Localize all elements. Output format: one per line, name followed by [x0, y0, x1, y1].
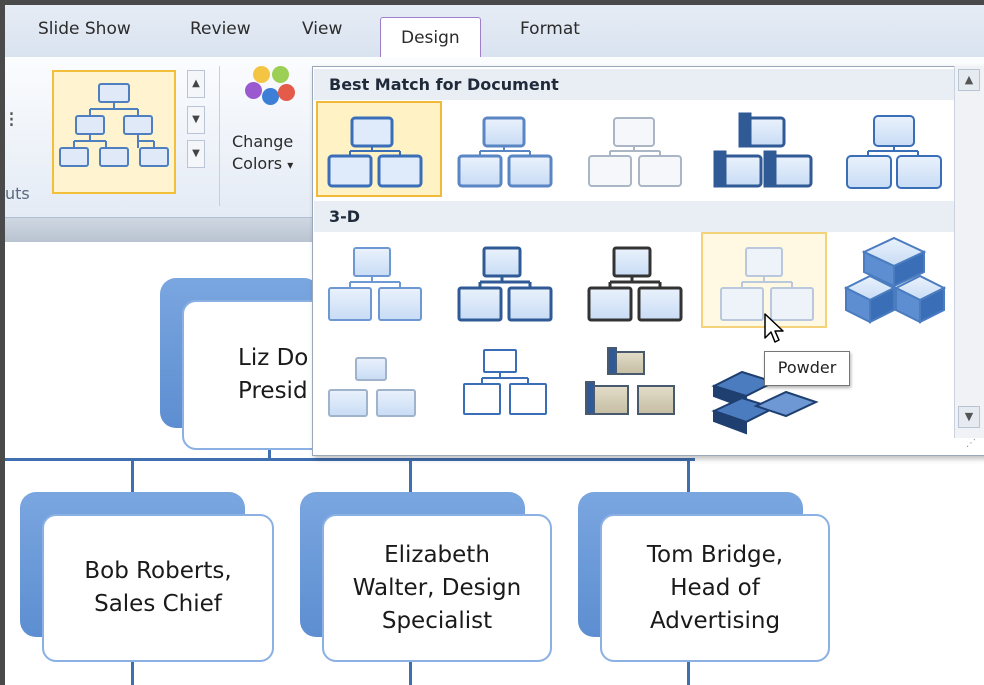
- org-node-line: Advertising: [649, 607, 781, 634]
- connector-horizontal: [5, 458, 695, 461]
- org-node-line: Elizabeth: [384, 541, 490, 568]
- org-node-line: Sales Chief: [94, 591, 222, 617]
- layout-thumbnail-hierarchy[interactable]: [52, 70, 176, 194]
- org-node-bob-roberts[interactable]: Bob Roberts, Sales Chief: [42, 514, 274, 662]
- tab-slide-show[interactable]: Slide Show: [38, 19, 131, 39]
- change-colors-label-line2: Colors ▾: [232, 154, 294, 173]
- hierarchy-layout-icon: [59, 83, 169, 167]
- layouts-group-label: uts: [5, 184, 30, 203]
- change-colors-icon[interactable]: [245, 66, 295, 112]
- gallery-thumbnails-art: [327, 112, 947, 435]
- org-node-line: Tom Bridge,: [646, 541, 784, 568]
- gallery-scrollbar[interactable]: ▲ ▼: [954, 66, 984, 438]
- connector-right: [687, 459, 690, 493]
- tab-review[interactable]: Review: [190, 19, 251, 39]
- mouse-pointer-icon: [764, 313, 784, 343]
- org-node-top-line1: Liz Do: [238, 345, 309, 371]
- thumb-simple-fill: [327, 116, 423, 188]
- org-node-tom-bridge[interactable]: Tom Bridge, Head of Advertising: [600, 514, 830, 662]
- layout-more-button[interactable]: ▼: [187, 140, 205, 168]
- connector-middle: [409, 459, 412, 493]
- org-node-line: Bob Roberts,: [84, 558, 232, 584]
- tab-view[interactable]: View: [302, 19, 342, 39]
- layout-scroll-down-button[interactable]: ▼: [187, 106, 205, 134]
- connector-down-right: [687, 660, 690, 685]
- ribbon-tab-bar: Slide Show Review View Design Format: [5, 5, 984, 59]
- org-node-line: Specialist: [381, 607, 493, 634]
- org-node-line: Walter, Design: [352, 574, 522, 601]
- ribbon-group-divider: [219, 66, 220, 206]
- layout-stub-glyph: ⁝: [8, 108, 15, 133]
- org-node-top-line2: Presid: [238, 378, 308, 404]
- connector-down-left: [131, 660, 134, 685]
- connector-down-middle: [409, 660, 412, 685]
- tab-format[interactable]: Format: [520, 19, 580, 39]
- org-node-elizabeth-walter[interactable]: Elizabeth Walter, Design Specialist: [322, 514, 552, 662]
- layout-scroll-up-button[interactable]: ▲: [187, 70, 205, 98]
- resize-grip-icon[interactable]: ⋰: [966, 438, 976, 449]
- tab-design[interactable]: Design: [380, 17, 481, 59]
- scroll-down-button[interactable]: ▼: [958, 406, 980, 428]
- style-tooltip: Powder: [764, 351, 850, 386]
- connector-left: [131, 459, 134, 493]
- dropdown-arrow-icon: ▾: [287, 158, 294, 172]
- change-colors-label-line1: Change: [232, 132, 294, 151]
- org-node-line: Head of: [670, 574, 760, 601]
- scroll-up-button[interactable]: ▲: [958, 69, 980, 91]
- change-colors-button[interactable]: Change Colors ▾: [232, 131, 293, 176]
